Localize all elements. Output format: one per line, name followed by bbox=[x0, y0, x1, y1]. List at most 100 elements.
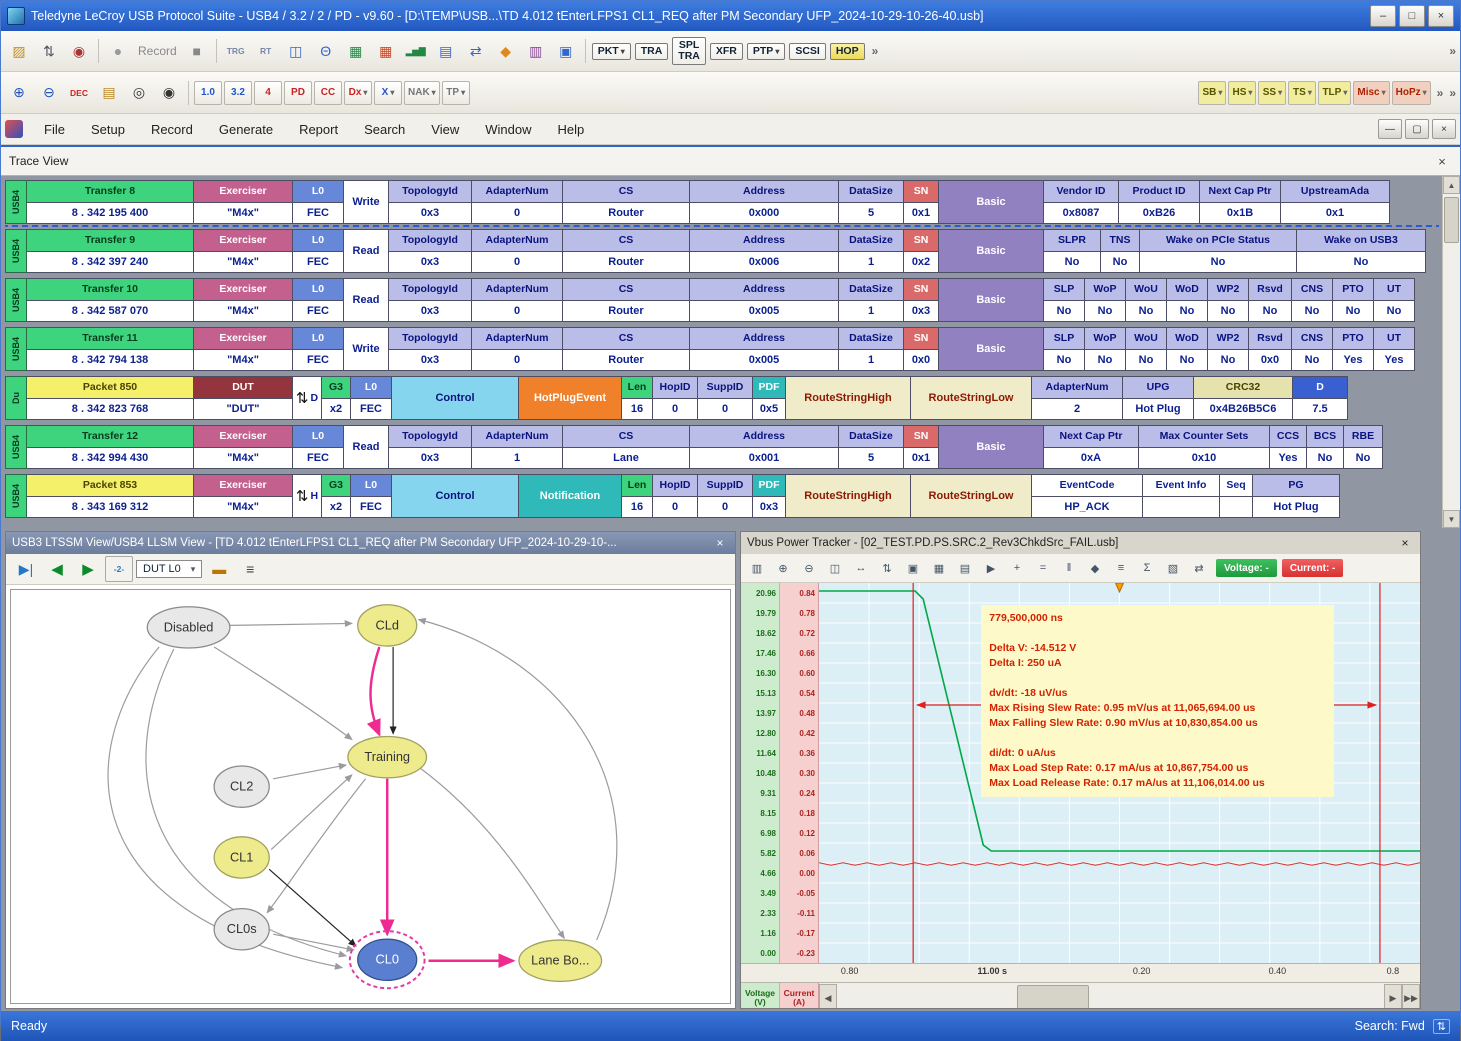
minimize-button[interactable]: – bbox=[1370, 5, 1396, 27]
close-button[interactable]: × bbox=[1428, 5, 1454, 27]
timing-window-icon[interactable]: ◫ bbox=[282, 38, 310, 64]
ltssm-state-disabled[interactable]: Disabled bbox=[147, 607, 230, 648]
view-button-ptp[interactable]: PTP▾ bbox=[747, 43, 785, 60]
hide-badge-ts[interactable]: TS bbox=[1288, 81, 1316, 105]
menu-setup[interactable]: Setup bbox=[78, 117, 138, 142]
decode-badge-tp[interactable]: TP bbox=[442, 81, 470, 105]
pan-hand-icon[interactable]: + bbox=[1005, 557, 1029, 579]
record-status-icon[interactable]: ● bbox=[104, 38, 132, 64]
spec-assist-icon[interactable]: ▥ bbox=[522, 38, 550, 64]
menu-file[interactable]: File bbox=[31, 117, 78, 142]
toolbar-overflow-icon[interactable]: » bbox=[1449, 86, 1456, 100]
ltssm-close-icon[interactable]: × bbox=[711, 536, 729, 550]
step-forward-icon[interactable]: ▶ bbox=[74, 556, 102, 582]
menu-search[interactable]: Search bbox=[351, 117, 418, 142]
trace-row[interactable]: USB4Transfer 118 . 342 794 138Exerciser"… bbox=[5, 327, 1439, 371]
cursor-arrow-icon[interactable]: ▶ bbox=[979, 557, 1003, 579]
scroll-up-icon[interactable]: ▲ bbox=[1443, 176, 1460, 194]
markers-icon[interactable]: ◆ bbox=[1083, 557, 1107, 579]
zoom-x-icon[interactable]: ↔ bbox=[849, 557, 873, 579]
menu-report[interactable]: Report bbox=[286, 117, 351, 142]
save-chart-icon[interactable]: ▥ bbox=[745, 557, 769, 579]
open-file-icon[interactable]: ▨ bbox=[5, 38, 33, 64]
export-icon[interactable]: ▤ bbox=[953, 557, 977, 579]
decode-badge-x[interactable]: X bbox=[374, 81, 402, 105]
traffic-summary-icon[interactable]: ▦ bbox=[342, 38, 370, 64]
toolbar-overflow-icon[interactable]: » bbox=[1449, 44, 1456, 58]
hscroll-thumb[interactable] bbox=[1017, 985, 1089, 1008]
data-report-icon[interactable]: ▤ bbox=[432, 38, 460, 64]
decode-badge-4[interactable]: 4 bbox=[254, 81, 282, 105]
mdi-restore-button[interactable]: ▢ bbox=[1405, 119, 1429, 139]
trace-row[interactable]: USB4Packet 8538 . 343 169 312Exerciser"M… bbox=[5, 474, 1439, 518]
menu-view[interactable]: View bbox=[418, 117, 472, 142]
step-count-icon[interactable]: -2- bbox=[105, 556, 133, 582]
decode-settings-icon[interactable]: DEC bbox=[65, 80, 93, 106]
titlebar[interactable]: Teledyne LeCroy USB Protocol Suite - USB… bbox=[1, 1, 1460, 31]
trace-vertical-scrollbar[interactable]: ▲ ▼ bbox=[1442, 176, 1460, 528]
hide-badge-misc[interactable]: Misc bbox=[1353, 81, 1389, 105]
zoom-window-icon[interactable]: ◫ bbox=[823, 557, 847, 579]
trace-close-icon[interactable]: × bbox=[1432, 154, 1452, 169]
find-next-icon[interactable]: ◉ bbox=[155, 80, 183, 106]
fit-view-icon[interactable]: ▣ bbox=[901, 557, 925, 579]
hide-badge-hopz[interactable]: HoPz bbox=[1392, 81, 1431, 105]
ltssm-state-cl2[interactable]: CL2 bbox=[214, 766, 269, 807]
ltssm-source-select[interactable]: DUT L0 bbox=[136, 560, 202, 578]
view-button-pkt[interactable]: PKT▾ bbox=[592, 43, 631, 60]
stop-record-icon[interactable]: ■ bbox=[183, 38, 211, 64]
trace-row[interactable]: DuPacket 8508 . 342 823 768DUT"DUT"⇅DG3x… bbox=[5, 376, 1439, 420]
toolbar-overflow-icon[interactable]: » bbox=[872, 44, 879, 58]
view-button-xfr[interactable]: XFR bbox=[710, 43, 743, 60]
view-button-tra[interactable]: TRA bbox=[635, 43, 669, 60]
scroll-thumb[interactable] bbox=[1444, 197, 1459, 243]
bus-utilization-icon[interactable]: ▂▅▇ bbox=[402, 38, 430, 64]
search-direction-icon[interactable]: ⇅ bbox=[1433, 1019, 1450, 1034]
trace-row[interactable]: USB4Transfer 108 . 342 587 070Exerciser"… bbox=[5, 278, 1439, 322]
waveform-plot[interactable]: 779,500,000 ns Delta V: -14.512 VDelta I… bbox=[819, 583, 1420, 963]
go-first-icon[interactable]: ▶| bbox=[12, 556, 40, 582]
timing-calculator-icon[interactable]: Θ bbox=[312, 38, 340, 64]
decode-badge-cc[interactable]: CC bbox=[314, 81, 342, 105]
ltssm-state-diagram[interactable]: DisabledCLdCL2TrainingCL1CL0sCL0Lane Bo.… bbox=[10, 589, 731, 1004]
menu-generate[interactable]: Generate bbox=[206, 117, 286, 142]
ltssm-state-training[interactable]: Training bbox=[348, 737, 427, 778]
grid-icon[interactable]: ▦ bbox=[927, 557, 951, 579]
realtime-icon[interactable]: RT bbox=[252, 38, 280, 64]
scroll-down-icon[interactable]: ▼ bbox=[1443, 510, 1460, 528]
zoom-out-icon[interactable]: ⊖ bbox=[797, 557, 821, 579]
maximize-button[interactable]: □ bbox=[1399, 5, 1425, 27]
v-cursor-icon[interactable]: ‖ bbox=[1057, 557, 1081, 579]
menu-window[interactable]: Window bbox=[472, 117, 544, 142]
ltssm-state-cld[interactable]: CLd bbox=[358, 605, 417, 646]
zoom-out-icon[interactable]: ⊖ bbox=[35, 80, 63, 106]
trace-row[interactable]: USB4Transfer 88 . 342 195 400Exerciser"M… bbox=[5, 180, 1439, 224]
ltssm-state-cl0s[interactable]: CL0s bbox=[214, 909, 269, 950]
hscroll-right-icon[interactable]: ▶ bbox=[1384, 984, 1402, 1008]
vbus-close-icon[interactable]: × bbox=[1396, 536, 1414, 550]
trace-row[interactable]: USB4Transfer 98 . 342 397 240Exerciser"M… bbox=[5, 229, 1439, 273]
hide-badge-hs[interactable]: HS bbox=[1228, 81, 1256, 105]
zoom-y-icon[interactable]: ⇅ bbox=[875, 557, 899, 579]
decode-badge-1.0[interactable]: 1.0 bbox=[194, 81, 222, 105]
view-button-spl-tra[interactable]: SPL TRA bbox=[672, 37, 706, 65]
zoom-in-icon[interactable]: ⊕ bbox=[771, 557, 795, 579]
hide-badge-sb[interactable]: SB bbox=[1198, 81, 1226, 105]
vbus-titlebar[interactable]: Vbus Power Tracker - [02_TEST.PD.PS.SRC.… bbox=[741, 532, 1420, 554]
menu-record[interactable]: Record bbox=[138, 117, 206, 142]
hscroll-end-icon[interactable]: ▶▶ bbox=[1402, 984, 1420, 1008]
find-icon[interactable]: ◎ bbox=[125, 80, 153, 106]
hide-badge-ss[interactable]: SS bbox=[1258, 81, 1286, 105]
compare-icon[interactable]: ⇄ bbox=[462, 38, 490, 64]
recording-options-icon[interactable]: ◉ bbox=[65, 38, 93, 64]
mdi-close-button[interactable]: × bbox=[1432, 119, 1456, 139]
decode-badge-pd[interactable]: PD bbox=[284, 81, 312, 105]
view-button-hop[interactable]: HOP bbox=[830, 43, 865, 60]
hscroll-left-icon[interactable]: ◀ bbox=[819, 984, 837, 1008]
decode-badge-dx[interactable]: Dx bbox=[344, 81, 372, 105]
toolbar-overflow-icon[interactable]: » bbox=[1437, 86, 1444, 100]
h-cursor-icon[interactable]: = bbox=[1031, 557, 1055, 579]
ltssm-titlebar[interactable]: USB3 LTSSM View/USB4 LLSM View - [TD 4.0… bbox=[6, 532, 735, 554]
expand-collapse-icon[interactable]: ▤ bbox=[95, 80, 123, 106]
trace-row[interactable]: USB4Transfer 128 . 342 994 430Exerciser"… bbox=[5, 425, 1439, 469]
